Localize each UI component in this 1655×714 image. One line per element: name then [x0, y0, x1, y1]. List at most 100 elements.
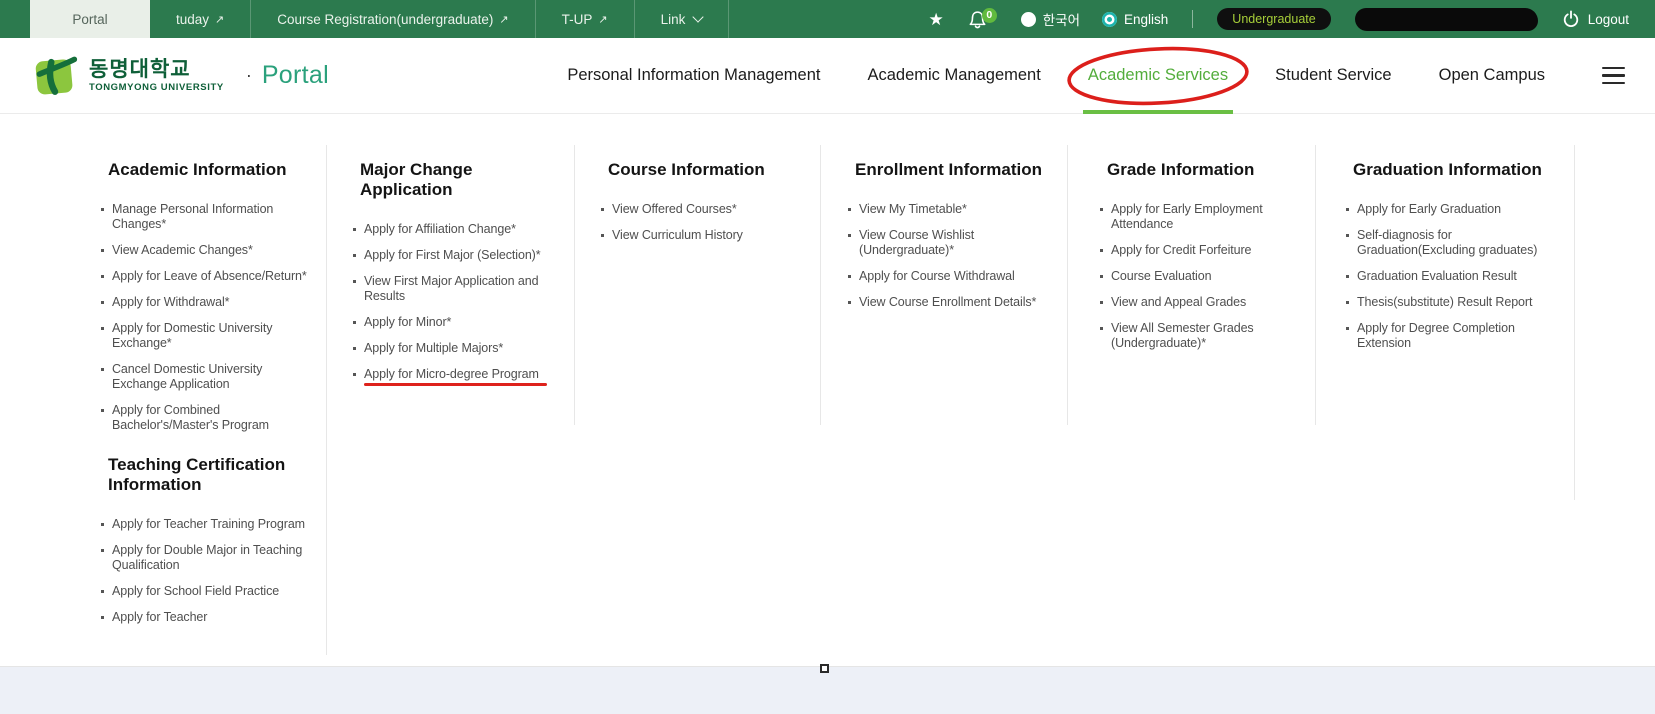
menu-item-apply-for-degree-completion-extension[interactable]: Apply for Degree Completion Extension [1357, 321, 1563, 351]
menu-column-2: Major Change Application Apply for Affili… [327, 160, 575, 636]
menu-item-thesis-substitute-result-report[interactable]: Thesis(substitute) Result Report [1357, 295, 1563, 310]
menu-item-apply-for-withdrawal[interactable]: Apply for Withdrawal* [112, 295, 315, 310]
tab-label: tuday [176, 12, 209, 27]
menu-item-label: View and Appeal Grades [1111, 295, 1246, 309]
menu-item-view-course-enrollment-details[interactable]: View Course Enrollment Details* [859, 295, 1056, 310]
menu-item-apply-for-minor[interactable]: Apply for Minor* [364, 315, 563, 330]
menu-item-label: Apply for Combined Bachelor's/Master's P… [112, 403, 269, 432]
logout-button[interactable]: Logout [1562, 10, 1629, 28]
topbar-tab-tuday[interactable]: tuday↗ [150, 0, 251, 38]
menu-item-label: Apply for First Major (Selection)* [364, 248, 541, 262]
menu-item-view-curriculum-history[interactable]: View Curriculum History [612, 228, 809, 243]
menu-item-view-first-major-application-and-results[interactable]: View First Major Application and Results [364, 274, 563, 304]
menu-item-label: View Offered Courses* [612, 202, 737, 216]
menu-item-apply-for-combined-bachelor-s-master-s-program[interactable]: Apply for Combined Bachelor's/Master's P… [112, 403, 315, 433]
topbar-tab-course-registration-undergraduate[interactable]: Course Registration(undergraduate)↗ [251, 0, 535, 38]
menu-item-view-and-appeal-grades[interactable]: View and Appeal Grades [1111, 295, 1304, 310]
menu-item-apply-for-school-field-practice[interactable]: Apply for School Field Practice [112, 584, 315, 599]
menu-item-apply-for-double-major-in-teaching-qualification[interactable]: Apply for Double Major in Teaching Quali… [112, 543, 315, 573]
menu-item-manage-personal-information-changes[interactable]: Manage Personal Information Changes* [112, 202, 315, 232]
menu-item-apply-for-leave-of-absence-return[interactable]: Apply for Leave of Absence/Return* [112, 269, 315, 284]
menu-section-list: Apply for Affiliation Change* Apply for F… [360, 222, 563, 382]
tab-label: Portal [72, 12, 107, 27]
topbar-right-tools: ★ 0 한국어English Undergraduate Logout [929, 0, 1655, 38]
menu-item-view-my-timetable[interactable]: View My Timetable* [859, 202, 1056, 217]
language-option-english[interactable]: English [1102, 12, 1168, 27]
menu-item-label: Apply for Teacher Training Program [112, 517, 305, 531]
menu-item-apply-for-micro-degree-program[interactable]: Apply for Micro-degree Program [364, 367, 563, 382]
language-dot-icon [1021, 12, 1036, 27]
menu-item-label: Thesis(substitute) Result Report [1357, 295, 1532, 309]
tab-label: Link [661, 12, 686, 27]
nav-item-personal-information-management[interactable]: Personal Information Management [567, 38, 820, 113]
menu-item-apply-for-early-employment-attendance[interactable]: Apply for Early Employment Attendance [1111, 202, 1304, 232]
menu-section-list: View Offered Courses* View Curriculum His… [608, 202, 809, 243]
menu-column-1: Academic Information Manage Personal Info… [0, 160, 327, 636]
nav-item-label: Open Campus [1439, 66, 1545, 85]
menu-item-label: Apply for Early Graduation [1357, 202, 1501, 216]
menu-item-label: Graduation Evaluation Result [1357, 269, 1517, 283]
menu-section-list: View My Timetable* View Course Wishlist (… [855, 202, 1056, 310]
nav-item-open-campus[interactable]: Open Campus [1439, 38, 1545, 113]
external-link-icon: ↗ [499, 13, 508, 26]
menu-item-apply-for-first-major-selection[interactable]: Apply for First Major (Selection)* [364, 248, 563, 263]
menu-item-label: Apply for Domestic University Exchange* [112, 321, 272, 350]
menu-column-6: Graduation Information Apply for Early Gr… [1316, 160, 1575, 636]
portal-title: Portal [262, 61, 329, 90]
menu-item-view-offered-courses[interactable]: View Offered Courses* [612, 202, 809, 217]
language-option-한국어[interactable]: 한국어 [1021, 9, 1080, 29]
menu-item-view-all-semester-grades-undergraduate[interactable]: View All Semester Grades (Undergraduate)… [1111, 321, 1304, 351]
nav-item-label: Student Service [1275, 66, 1391, 85]
nav-item-academic-services[interactable]: Academic Services [1088, 38, 1228, 113]
menu-item-graduation-evaluation-result[interactable]: Graduation Evaluation Result [1357, 269, 1563, 284]
menu-item-label: Apply for Early Employment Attendance [1111, 202, 1263, 231]
menu-section-title-course-information: Course Information [608, 160, 809, 180]
menu-item-label: Apply for Minor* [364, 315, 451, 329]
menu-section-title-major-change-application: Major Change Application [360, 160, 563, 200]
nav-item-academic-management[interactable]: Academic Management [867, 38, 1040, 113]
menu-section-title-teaching-certification-information: Teaching Certification Information [108, 455, 315, 495]
tab-label: T-UP [562, 12, 593, 27]
menu-item-cancel-domestic-university-exchange-application[interactable]: Cancel Domestic University Exchange Appl… [112, 362, 315, 392]
menu-item-label: Apply for Credit Forfeiture [1111, 243, 1251, 257]
topbar-tabs: Portaltuday↗Course Registration(undergra… [30, 0, 729, 38]
menu-item-apply-for-affiliation-change[interactable]: Apply for Affiliation Change* [364, 222, 563, 237]
nav-item-student-service[interactable]: Student Service [1275, 38, 1391, 113]
nav-item-label: Academic Management [867, 66, 1040, 85]
menu-item-apply-for-teacher-training-program[interactable]: Apply for Teacher Training Program [112, 517, 315, 532]
menu-item-label: View All Semester Grades (Undergraduate)… [1111, 321, 1254, 350]
menu-item-label: View First Major Application and Results [364, 274, 538, 303]
menu-item-label: Self-diagnosis for Graduation(Excluding … [1357, 228, 1537, 257]
menu-section-list: Manage Personal Information Changes* View… [108, 202, 315, 433]
menu-item-label: Apply for Course Withdrawal [859, 269, 1015, 283]
menu-item-apply-for-course-withdrawal[interactable]: Apply for Course Withdrawal [859, 269, 1056, 284]
hamburger-menu-icon[interactable] [1602, 67, 1625, 85]
language-label: English [1124, 12, 1168, 27]
menu-item-view-course-wishlist-undergraduate[interactable]: View Course Wishlist (Undergraduate)* [859, 228, 1056, 258]
menu-item-self-diagnosis-for-graduation-excluding-graduates[interactable]: Self-diagnosis for Graduation(Excluding … [1357, 228, 1563, 258]
menu-item-apply-for-early-graduation[interactable]: Apply for Early Graduation [1357, 202, 1563, 217]
menu-section-title-academic-information: Academic Information [108, 160, 315, 180]
university-name: 동명대학교 TONGMYONG UNIVERSITY [89, 58, 224, 93]
menu-section-title-graduation-information: Graduation Information [1353, 160, 1563, 180]
topbar-tab-link[interactable]: Link [635, 0, 730, 38]
menu-section-title-enrollment-information: Enrollment Information [855, 160, 1056, 180]
menu-item-course-evaluation[interactable]: Course Evaluation [1111, 269, 1304, 284]
university-logo[interactable]: 동명대학교 TONGMYONG UNIVERSITY · Portal [30, 52, 329, 100]
menu-item-label: View Academic Changes* [112, 243, 253, 257]
menu-item-label: Apply for Teacher [112, 610, 207, 624]
menu-item-apply-for-multiple-majors[interactable]: Apply for Multiple Majors* [364, 341, 563, 356]
topbar-tab-t-up[interactable]: T-UP↗ [536, 0, 635, 38]
notification-bell[interactable]: 0 [968, 10, 997, 29]
topbar-tab-portal[interactable]: Portal [30, 0, 150, 38]
menu-item-label: Course Evaluation [1111, 269, 1211, 283]
menu-item-apply-for-domestic-university-exchange[interactable]: Apply for Domestic University Exchange* [112, 321, 315, 351]
menu-item-label: Apply for Double Major in Teaching Quali… [112, 543, 302, 572]
selection-handle-square [820, 664, 829, 673]
menu-item-apply-for-credit-forfeiture[interactable]: Apply for Credit Forfeiture [1111, 243, 1304, 258]
favorites-star-icon[interactable]: ★ [929, 11, 944, 28]
menu-item-apply-for-teacher[interactable]: Apply for Teacher [112, 610, 315, 625]
chevron-down-icon [693, 11, 704, 22]
menu-item-label: View My Timetable* [859, 202, 967, 216]
menu-item-view-academic-changes[interactable]: View Academic Changes* [112, 243, 315, 258]
